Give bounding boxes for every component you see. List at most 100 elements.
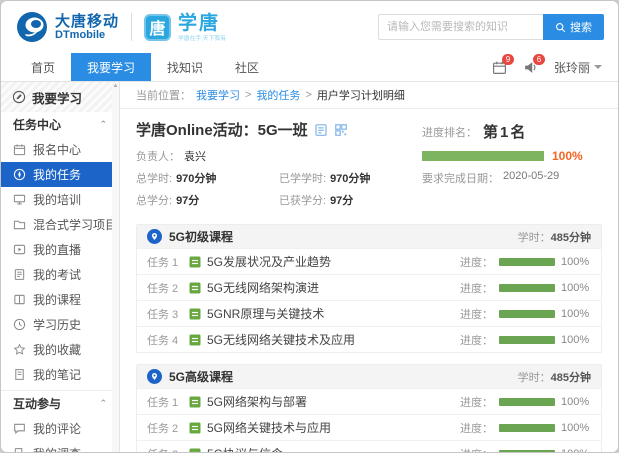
pen-circle-icon <box>12 90 26 104</box>
breadcrumb-prefix: 当前位置： <box>136 87 191 103</box>
search-button[interactable]: 搜索 <box>543 14 604 40</box>
task-progress-percent: 100% <box>561 396 591 408</box>
folder-icon <box>13 218 26 231</box>
top-header: 大唐移动 DTmobile 唐 学唐 学唐在手 天下我有 搜索 <box>1 1 618 53</box>
task-progress-fill <box>499 398 555 406</box>
nav-right-area: 9 6 张玲丽 <box>492 53 618 81</box>
exam-paper-icon <box>13 268 26 281</box>
task-row: 任务 2 5G无线网络架构演进 进度： 100% <box>137 274 601 300</box>
task-name-link[interactable]: 5G无线网络关键技术及应用 <box>207 331 355 348</box>
sidebar-item-label: 学习历史 <box>33 316 81 333</box>
breadcrumb-link-my-learning[interactable]: 我要学习 <box>196 87 240 103</box>
overall-progress-bar <box>422 151 544 161</box>
sidebar-item-signup-center[interactable]: 报名中心 <box>1 137 119 162</box>
plan-title: 学唐Online活动：5G一班 <box>136 119 308 140</box>
task-progress-bar <box>499 398 555 406</box>
sidebar-group-task-center[interactable]: 任务中心 ⌃ <box>1 112 119 137</box>
task-name-link[interactable]: 5G协议与信令 <box>207 445 283 453</box>
sidebar-item-my-exams[interactable]: 我的考试 <box>1 262 119 287</box>
app-window: 大唐移动 DTmobile 唐 学唐 学唐在手 天下我有 搜索 首页 <box>0 0 619 453</box>
course-icon <box>189 396 201 408</box>
sidebar-item-blended-learning[interactable]: 混合式学习项目 <box>1 212 119 237</box>
main-nav: 首页 我要学习 找知识 社区 9 6 张玲丽 <box>1 53 618 82</box>
chevron-up-icon: ⌃ <box>99 119 107 130</box>
breadcrumb-link-my-tasks[interactable]: 我的任务 <box>256 87 300 103</box>
scrollbar-up-arrow[interactable]: ▲ <box>112 82 119 90</box>
search-input[interactable] <box>378 14 543 40</box>
sidebar-item-my-comments[interactable]: 我的评论 <box>1 416 119 441</box>
schedule-icon-button[interactable]: 9 <box>492 60 507 75</box>
user-menu[interactable]: 张玲丽 <box>554 59 602 76</box>
sidebar-item-my-notes[interactable]: 我的笔记 <box>1 362 119 387</box>
task-progress-fill <box>499 424 555 432</box>
rank-value: 第1名 <box>483 121 527 142</box>
list-icon[interactable] <box>314 123 328 137</box>
course-icon <box>189 256 201 268</box>
total-hours-value: 970分钟 <box>176 170 216 186</box>
total-credits-value: 97分 <box>176 192 199 208</box>
nav-item-community[interactable]: 社区 <box>219 53 275 81</box>
announcement-icon-button[interactable]: 6 <box>523 60 538 75</box>
total-hours-label: 总学时: <box>136 170 172 186</box>
compass-icon <box>13 168 26 181</box>
course-icon <box>189 448 201 453</box>
survey-icon <box>13 447 26 453</box>
task-row: 任务 3 5GNR原理与关键技术 进度： 100% <box>137 300 601 326</box>
task-progress-label: 进度： <box>460 420 493 436</box>
task-name-link[interactable]: 5G网络架构与部署 <box>207 393 307 410</box>
task-progress-label: 进度： <box>460 306 493 322</box>
deadline-row: 要求完成日期： 2020-05-29 <box>422 170 602 186</box>
deadline-label: 要求完成日期： <box>422 170 499 186</box>
overall-progress-percent: 100% <box>552 149 583 163</box>
brand-text: 大唐移动 DTmobile <box>55 14 119 41</box>
sidebar-item-my-favorites[interactable]: 我的收藏 <box>1 337 119 362</box>
history-clock-icon <box>13 318 26 331</box>
task-name-link[interactable]: 5G网络关键技术与应用 <box>207 419 331 436</box>
task-name-link[interactable]: 5G无线网络架构演进 <box>207 279 319 296</box>
task-progress-bar <box>499 424 555 432</box>
sidebar-scrollbar[interactable]: ▲ <box>112 82 119 453</box>
pin-icon <box>147 229 162 244</box>
sidebar-item-my-tasks[interactable]: 我的任务 <box>1 162 119 187</box>
credits-row: 总学分: 97分 已获学分: 97分 <box>136 192 422 208</box>
sidebar-item-my-courses[interactable]: 我的课程 <box>1 287 119 312</box>
dtmobile-brand[interactable]: 大唐移动 DTmobile <box>15 10 119 44</box>
sidebar-item-my-training[interactable]: 我的培训 <box>1 187 119 212</box>
overall-progress-row: 100% <box>422 149 602 163</box>
task-progress-fill <box>499 284 555 292</box>
task-name-link[interactable]: 5GNR原理与关键技术 <box>207 305 324 322</box>
course-sections: 5G初级课程 学时：485分钟 任务 1 5G发展状况及产业趋势 <box>120 220 618 453</box>
section-hours: 学时：485分钟 <box>518 369 591 385</box>
sidebar-item-label: 混合式学习项目 <box>33 216 117 233</box>
earned-credits-label: 已获学分: <box>279 192 326 208</box>
star-icon <box>13 343 26 356</box>
learned-hours-value: 970分钟 <box>330 170 370 186</box>
nav-item-find-knowledge[interactable]: 找知识 <box>151 53 219 81</box>
sidebar-item-learning-history[interactable]: 学习历史 <box>1 312 119 337</box>
rank-row: 进度排名： 第1名 <box>422 121 602 142</box>
section-hours-label: 学时： <box>518 232 551 244</box>
task-name-link[interactable]: 5G发展状况及产业趋势 <box>207 253 331 270</box>
task-number: 任务 2 <box>147 280 189 296</box>
task-progress-percent: 100% <box>561 308 591 320</box>
breadcrumb-separator: > <box>305 89 311 101</box>
breadcrumb-separator: > <box>245 89 251 101</box>
task-progress-percent: 100% <box>561 448 591 453</box>
sidebar-item-my-surveys[interactable]: 我的调查 <box>1 441 119 453</box>
plan-summary: 学唐Online活动：5G一班 <box>120 109 618 220</box>
plan-title-row: 学唐Online活动：5G一班 <box>136 119 422 140</box>
task-number: 任务 3 <box>147 446 189 453</box>
sidebar-group-interaction[interactable]: 互动参与 ⌃ <box>1 390 119 416</box>
plan-info: 学唐Online活动：5G一班 <box>136 119 422 214</box>
sidebar-item-label: 我的考试 <box>33 266 81 283</box>
task-number: 任务 1 <box>147 254 189 270</box>
comment-icon <box>13 422 26 435</box>
task-progress-percent: 100% <box>561 422 591 434</box>
nav-item-my-learning[interactable]: 我要学习 <box>71 53 151 81</box>
section-hours: 学时：485分钟 <box>518 229 591 245</box>
nav-item-home[interactable]: 首页 <box>15 53 71 81</box>
qrcode-icon[interactable] <box>334 123 348 137</box>
xuetang-brand[interactable]: 唐 学唐 学唐在手 天下我有 <box>144 14 261 41</box>
sidebar-item-my-live[interactable]: 我的直播 <box>1 237 119 262</box>
task-number: 任务 4 <box>147 332 189 348</box>
